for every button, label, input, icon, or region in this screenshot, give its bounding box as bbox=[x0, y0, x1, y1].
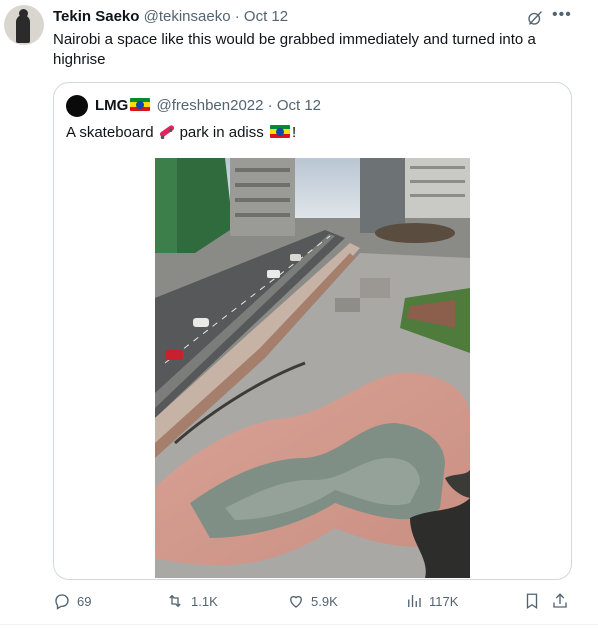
quote-text-before: A skateboard bbox=[66, 124, 154, 141]
quote-text-after: ! bbox=[291, 124, 297, 141]
tweet-divider bbox=[0, 624, 598, 625]
action-bar: 69 1.1K 5.9K 117K bbox=[0, 586, 598, 616]
quote-header: LMG @freshben2022 · Oct 12 bbox=[95, 96, 321, 116]
avatar-figure bbox=[16, 15, 30, 43]
repost-button[interactable]: 1.1K bbox=[165, 590, 218, 612]
avatar[interactable] bbox=[4, 5, 44, 45]
heart-icon bbox=[290, 595, 302, 608]
quote-separator: · bbox=[267, 97, 273, 114]
grok-icon[interactable] bbox=[526, 9, 544, 27]
tweet-date[interactable]: Oct 12 bbox=[244, 8, 288, 25]
header-separator: · bbox=[234, 8, 240, 25]
quote-text: A skateboard park in adiss ! bbox=[66, 123, 296, 143]
skatepark-photo-drawing bbox=[155, 158, 470, 578]
quote-author-name[interactable]: LMG bbox=[95, 97, 128, 114]
quote-date[interactable]: Oct 12 bbox=[277, 97, 321, 114]
author-handle[interactable]: @tekinsaeko bbox=[144, 8, 231, 25]
view-count: 117K bbox=[429, 593, 459, 609]
share-icon bbox=[553, 593, 567, 608]
skatepark-photo[interactable] bbox=[155, 158, 470, 578]
author-name[interactable]: Tekin Saeko bbox=[53, 8, 139, 25]
ethiopia-flag-icon bbox=[130, 98, 151, 111]
quoted-tweet[interactable]: LMG @freshben2022 · Oct 12 A skateboard … bbox=[53, 82, 572, 580]
reply-count: 69 bbox=[77, 593, 92, 609]
more-horizontal-icon[interactable]: ••• bbox=[552, 6, 572, 24]
tweet-text: Nairobi a space like this would be grabb… bbox=[53, 31, 536, 68]
analytics-icon bbox=[408, 595, 421, 607]
skateboard-emoji-icon bbox=[159, 125, 174, 140]
tweet-header: Tekin Saeko @tekinsaeko · Oct 12 bbox=[53, 7, 288, 27]
share-button[interactable] bbox=[551, 590, 575, 612]
like-button[interactable]: 5.9K bbox=[287, 590, 338, 612]
like-count: 5.9K bbox=[311, 593, 338, 609]
bookmark-icon bbox=[526, 593, 538, 610]
views-button[interactable]: 117K bbox=[405, 590, 458, 612]
tweet[interactable]: Tekin Saeko @tekinsaeko · Oct 12 ••• Nai… bbox=[0, 0, 598, 628]
reply-button[interactable]: 69 bbox=[53, 590, 91, 612]
quote-avatar[interactable] bbox=[66, 95, 88, 117]
reply-icon bbox=[55, 594, 69, 610]
quote-author-handle[interactable]: @freshben2022 bbox=[157, 97, 264, 114]
repost-icon bbox=[169, 594, 181, 608]
repost-count: 1.1K bbox=[191, 593, 218, 609]
ethiopia-flag-icon bbox=[269, 125, 290, 138]
quote-text-middle: park in adiss bbox=[179, 124, 264, 141]
bookmark-button[interactable] bbox=[523, 590, 547, 612]
